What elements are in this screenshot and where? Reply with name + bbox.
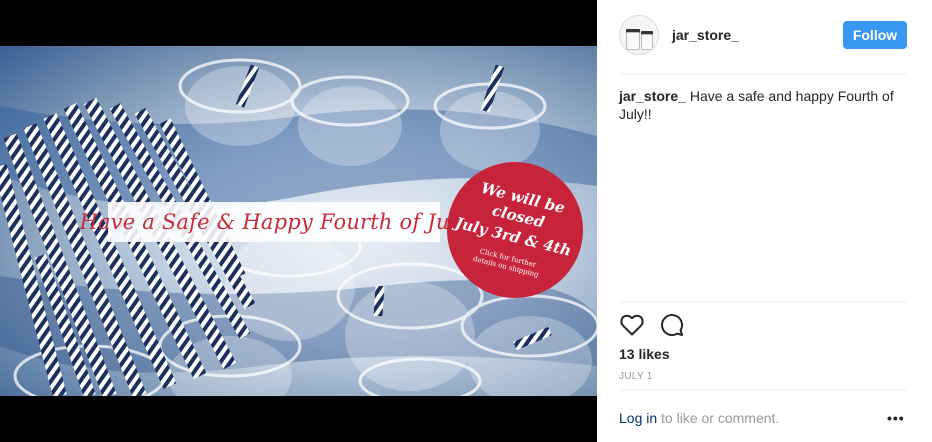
follow-button[interactable]: Follow <box>843 21 907 49</box>
post-header: jar_store_ Follow <box>597 0 932 74</box>
heart-icon[interactable] <box>619 312 645 338</box>
banner-text: Have a Safe & Happy Fourth of July <box>79 210 469 234</box>
footer-divider <box>619 390 907 391</box>
avatar[interactable] <box>619 15 659 55</box>
caption-username[interactable]: jar_store_ <box>619 88 686 104</box>
promo-banner: Have a Safe & Happy Fourth of July <box>79 202 468 242</box>
actions-divider <box>619 302 907 303</box>
avatar-jar <box>626 32 640 50</box>
avatar-jar <box>641 34 653 50</box>
post-image[interactable]: Have a Safe & Happy Fourth of July We wi… <box>0 46 597 396</box>
post-actions <box>619 312 685 338</box>
post-date[interactable]: JULY 1 <box>619 371 653 382</box>
login-prompt-text: to like or comment. <box>657 410 780 426</box>
post-caption: jar_store_ Have a safe and happy Fourth … <box>619 87 911 123</box>
login-link[interactable]: Log in <box>619 410 657 426</box>
post-media: Have a Safe & Happy Fourth of July We wi… <box>0 0 597 442</box>
post-sidebar: jar_store_ Follow jar_store_ Have a safe… <box>597 0 932 442</box>
header-divider <box>619 73 907 74</box>
header-username[interactable]: jar_store_ <box>672 27 739 43</box>
likes-count[interactable]: 13 likes <box>619 346 670 362</box>
comment-icon[interactable] <box>659 312 685 338</box>
login-prompt: Log in to like or comment. <box>619 410 779 426</box>
more-options-icon[interactable]: ••• <box>887 410 905 426</box>
